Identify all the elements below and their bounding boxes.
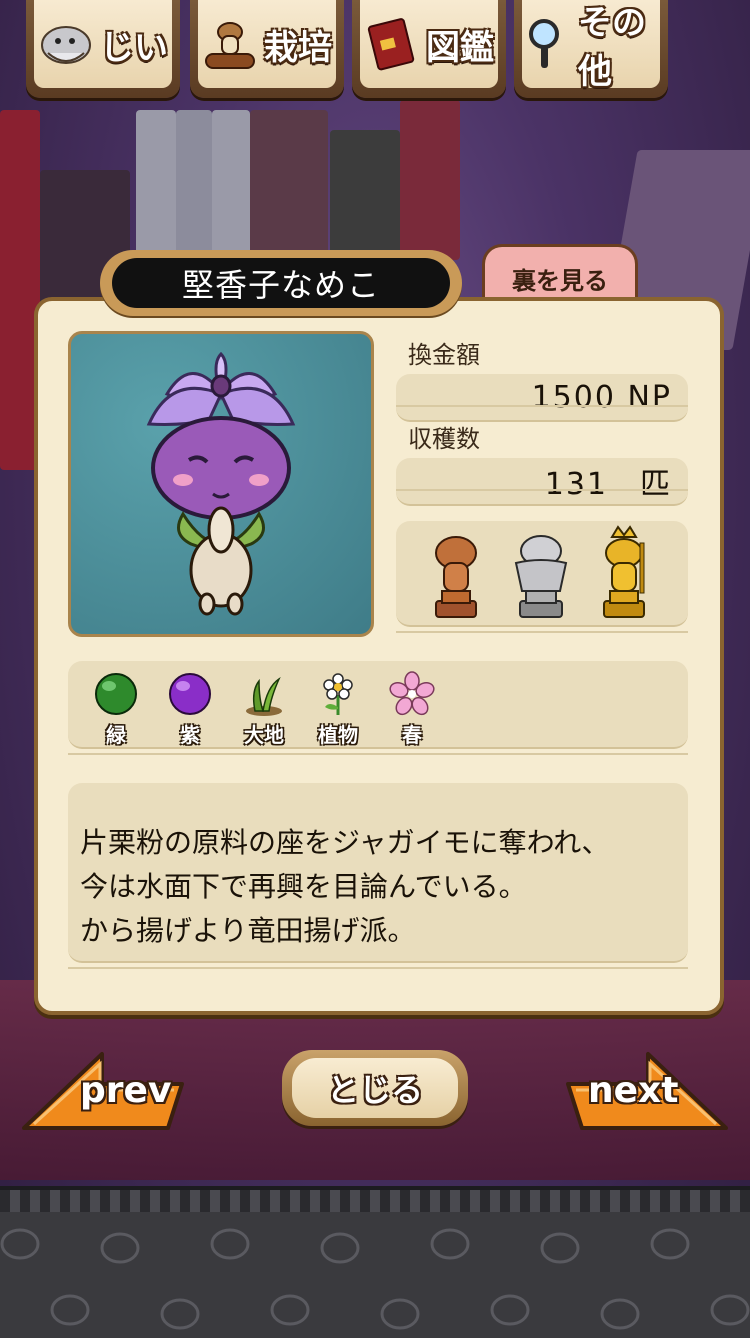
mushroom-log-icon xyxy=(202,16,258,72)
tab-jii-label: じい xyxy=(100,27,168,68)
attribute-list: 緑 紫 大地 植物 春 xyxy=(68,661,688,749)
old-man-icon xyxy=(38,16,94,72)
next-label: next xyxy=(588,1070,679,1111)
silver-trophy-icon xyxy=(514,535,568,618)
attribute-purple: 紫 xyxy=(164,671,216,748)
price-label: 換金額 xyxy=(408,341,480,369)
close-button[interactable]: とじる xyxy=(282,1050,468,1126)
nameko-pattern xyxy=(0,1228,750,1330)
magnifier-icon xyxy=(522,16,572,72)
harvest-label: 収穫数 xyxy=(408,425,480,453)
attribute-earth: 大地 xyxy=(238,671,290,748)
attribute-plant: 植物 xyxy=(312,671,364,748)
footer-bar xyxy=(0,1186,750,1338)
attribute-purple-label: 紫 xyxy=(180,723,200,747)
next-button[interactable]: next xyxy=(556,1048,732,1136)
price-value: 1500 NP xyxy=(531,379,672,415)
description-line: 片栗粉の原料の座をジャガイモに奪われ、 xyxy=(80,826,610,859)
prev-button[interactable]: prev xyxy=(18,1048,194,1136)
purple-orb-icon xyxy=(169,673,211,715)
footer-stripe xyxy=(0,1190,750,1212)
attribute-spring-label: 春 xyxy=(402,723,422,747)
harvest-value: 131 匹 xyxy=(544,467,672,502)
harvest-field: 収穫数 131 匹 xyxy=(396,419,688,506)
attribute-green: 緑 xyxy=(90,671,142,748)
divider xyxy=(396,631,688,633)
katakuriko-nameko-icon xyxy=(146,351,296,616)
attribute-spring: 春 xyxy=(386,671,438,748)
description-line: 今は水面下で再興を目論んでいる。 xyxy=(80,870,527,903)
description-line: から揚げより竜田揚げ派。 xyxy=(80,914,416,947)
attribute-earth-label: 大地 xyxy=(244,723,284,747)
cherry-blossom-icon xyxy=(389,671,435,716)
divider xyxy=(396,405,688,407)
mushroom-name: 堅香子なめこ xyxy=(181,266,380,304)
bronze-trophy-icon xyxy=(435,536,477,618)
divider xyxy=(396,489,688,491)
attribute-green-label: 緑 xyxy=(106,723,126,747)
mushroom-portrait xyxy=(68,331,374,637)
description-box: 片栗粉の原料の座をジャガイモに奪われ、 今は水面下で再興を目論んでいる。 から揚… xyxy=(68,783,688,963)
tab-jii[interactable]: じい xyxy=(26,0,180,98)
view-back-label: 裏を見る xyxy=(512,266,608,295)
divider xyxy=(68,753,688,755)
tab-encyclopedia[interactable]: 図鑑 xyxy=(352,0,506,98)
green-orb-icon xyxy=(95,673,137,715)
prev-label: prev xyxy=(80,1070,172,1111)
price-field: 換金額 1500 NP xyxy=(396,335,688,422)
gold-trophy-icon xyxy=(603,525,645,618)
tab-cultivate-label: 栽培 xyxy=(264,27,332,68)
book-icon xyxy=(364,16,420,72)
divider xyxy=(68,967,688,969)
trophy-shelf xyxy=(396,521,688,627)
name-plate: 堅香子なめこ xyxy=(100,250,462,316)
tab-encyclopedia-label: 図鑑 xyxy=(426,27,494,68)
tab-cultivate[interactable]: 栽培 xyxy=(190,0,344,98)
white-flower-icon xyxy=(323,673,353,715)
close-label: とじる xyxy=(326,1071,423,1109)
attribute-plant-label: 植物 xyxy=(318,723,358,747)
encyclopedia-card: 換金額 1500 NP 収穫数 131 匹 緑 紫 大地 植物 春 片栗粉の原料… xyxy=(34,297,724,1015)
tab-other-label: その他 xyxy=(578,3,646,92)
tab-other[interactable]: その他 xyxy=(514,0,668,98)
grass-icon xyxy=(246,676,282,716)
